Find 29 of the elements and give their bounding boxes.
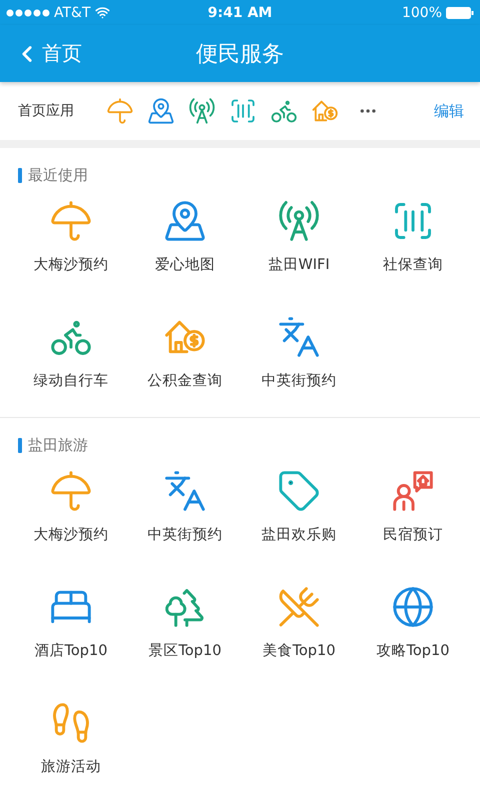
section-title: 盐田旅游 (28, 436, 88, 455)
page-title: 便民服务 (196, 40, 284, 68)
service-label[interactable]: 中英街预约 (262, 371, 336, 390)
service-label[interactable]: 旅游活动 (41, 757, 101, 776)
section-marker (18, 168, 22, 183)
service-label[interactable]: 爱心地图 (155, 255, 215, 274)
service-label[interactable]: 社保查询 (383, 255, 443, 274)
service-label[interactable]: 民宿预订 (383, 525, 443, 544)
carrier-name: AT&T (54, 4, 91, 20)
service-label[interactable]: 中英街预约 (148, 525, 222, 544)
service-label[interactable]: 盐田欢乐购 (262, 525, 336, 544)
section-title: 最近使用 (28, 166, 88, 185)
service-label[interactable]: 景区Top10 (148, 641, 222, 660)
service-label[interactable]: 大梅沙预约 (34, 525, 108, 544)
service-label[interactable]: 绿动自行车 (34, 371, 108, 390)
service-label[interactable]: 大梅沙预约 (34, 255, 108, 274)
service-label[interactable]: 盐田WIFI (268, 255, 330, 274)
service-label[interactable]: 美食Top10 (262, 641, 336, 660)
service-label[interactable]: 公积金查询 (148, 371, 222, 390)
clock-time: 9:41 AM (208, 4, 272, 20)
edit-button[interactable]: 编辑 (430, 102, 468, 120)
service-label[interactable]: 攻略Top10 (376, 641, 450, 660)
signal-icon (6, 8, 50, 16)
section-marker (18, 438, 22, 453)
home-apps-label: 首页应用 (18, 102, 75, 120)
service-label[interactable]: 酒店Top10 (34, 641, 108, 660)
battery-percent: 100% (402, 4, 442, 20)
battery-icon (446, 6, 474, 18)
wifi-icon (94, 5, 110, 20)
